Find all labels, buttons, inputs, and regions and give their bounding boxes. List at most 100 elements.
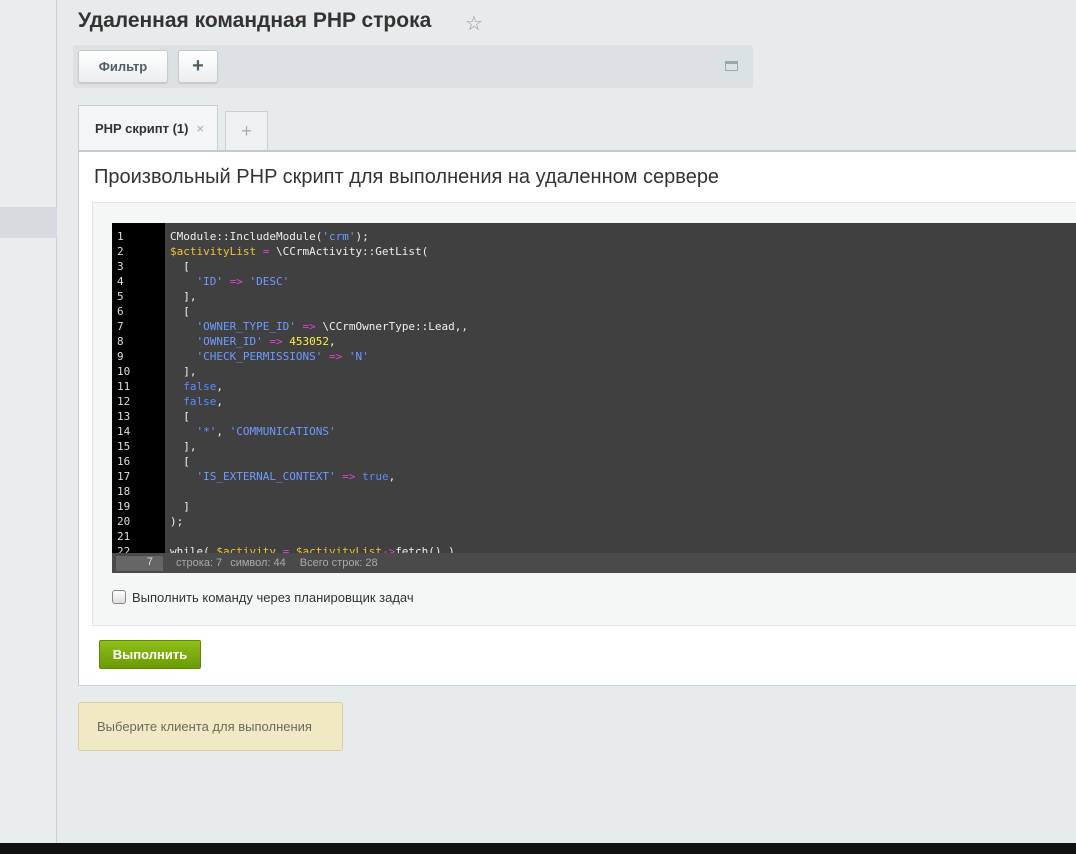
code-token: 'crm' [322,230,356,243]
line-code: ], [165,364,197,379]
code-token: false [170,395,217,408]
code-token: => [295,320,323,333]
code-line[interactable]: 6 [ [112,304,1076,319]
code-token: => [222,275,250,288]
code-line[interactable]: 20); [112,514,1076,529]
code-line[interactable]: 18 [112,484,1076,499]
code-token: 453052 [289,335,329,348]
code-token: \CCrmOwnerType::Lead,, [322,320,469,333]
code-token: \CCrmActivity::GetList( [275,245,429,258]
line-code: [ [165,409,190,424]
code-token: ); [170,515,184,528]
sidebar-active-item[interactable] [0,207,57,238]
add-tab-button[interactable]: + [225,111,268,151]
line-code: false, [165,379,223,394]
add-filter-button[interactable]: + [178,50,218,83]
line-code: [ [165,454,190,469]
page-title: Удаленная командная PHP строка [78,9,432,32]
code-token: , [328,335,336,348]
code-lines[interactable]: 1 CModule::IncludeModule('crm'); 2 $activit… [112,229,1076,559]
line-number: 21 [117,530,131,543]
code-editor[interactable]: 1 CModule::IncludeModule('crm'); 2 $activit… [112,223,1076,573]
code-line[interactable]: 19 ] [112,499,1076,514]
tab-label: PHP скрипт (1) [95,121,189,136]
code-line[interactable]: 8 'OWNER_ID' => 453052, [112,334,1076,349]
line-code: ); [165,514,183,529]
code-token: [ [170,410,190,423]
status-line: строка: 7 [176,557,223,569]
code-line[interactable]: 7 'OWNER_TYPE_ID' => \CCrmOwnerType::Lea… [112,319,1076,334]
line-code: false, [165,394,223,409]
line-code: [ [165,304,190,319]
code-line[interactable]: 14 '*', 'COMMUNICATIONS' [112,424,1076,439]
status-total: Всего строк: 28 [299,557,378,569]
code-token: '*' [170,425,217,438]
line-number: 5 [117,290,124,303]
code-token: ] [170,500,190,513]
code-line[interactable]: 11 false, [112,379,1076,394]
code-token: 'IS_EXTERNAL_CONTEXT' [170,470,336,483]
code-line[interactable]: 12 false, [112,394,1076,409]
line-code: 'OWNER_TYPE_ID' => \CCrmOwnerType::Lead,… [165,319,468,334]
code-token: , [216,425,230,438]
code-line[interactable]: 17 'IS_EXTERNAL_CONTEXT' => true, [112,469,1076,484]
filter-button[interactable]: Фильтр [78,50,168,83]
line-number: 1 [117,230,124,243]
code-line[interactable]: 5 ], [112,289,1076,304]
tab-php-script[interactable]: PHP скрипт (1) × [78,105,218,151]
line-number: 17 [117,470,131,483]
maximize-icon[interactable] [725,61,738,71]
code-token: [ [170,260,190,273]
star-icon[interactable]: ☆ [465,11,483,36]
line-number: 2 [117,245,124,258]
code-token: 'OWNER_ID' [170,335,263,348]
code-token: ], [170,290,197,303]
bottom-bar [0,843,1076,854]
line-number: 20 [117,515,131,528]
line-number: 12 [117,395,131,408]
line-number: 19 [117,500,131,513]
line-number: 6 [117,305,124,318]
line-code: 'IS_EXTERNAL_CONTEXT' => true, [165,469,395,484]
code-line[interactable]: 2 $activityList = \CCrmActivity::GetList( [112,244,1076,259]
code-line[interactable]: 4 'ID' => 'DESC' [112,274,1076,289]
code-token: [ [170,455,190,468]
line-number: 9 [117,350,124,363]
code-line[interactable]: 16 [ [112,454,1076,469]
scheduler-label[interactable]: Выполнить команду через планировщик зада… [132,590,414,605]
line-number: 3 [117,260,124,273]
code-token: , [216,380,223,393]
code-line[interactable]: 3 [ [112,259,1076,274]
code-token: true [362,470,389,483]
line-code: ] [165,499,190,514]
line-number: 13 [117,410,131,423]
code-line[interactable]: 13 [ [112,409,1076,424]
code-token: , [216,395,223,408]
close-icon[interactable]: × [197,121,205,136]
code-line[interactable]: 15 ], [112,439,1076,454]
code-token: 'DESC' [249,275,290,288]
code-line[interactable]: 21 [112,529,1076,544]
line-code: '*', 'COMMUNICATIONS' [165,424,335,439]
code-line[interactable]: 9 'CHECK_PERMISSIONS' => 'N' [112,349,1076,364]
code-token: ], [170,365,197,378]
code-token: $activityList [170,245,257,258]
code-line[interactable]: 1 CModule::IncludeModule('crm'); [112,229,1076,244]
code-token: 'CHECK_PERMISSIONS' [170,350,323,363]
code-token: [ [170,305,190,318]
line-number: 18 [117,485,131,498]
code-token: ); [355,230,369,243]
run-button[interactable]: Выполнить [99,640,201,669]
code-token: => [322,350,349,363]
line-number: 8 [117,335,124,348]
line-number: 10 [117,365,131,378]
goto-line-input[interactable]: 7 [116,555,163,571]
line-code: ], [165,289,197,304]
code-token: => [335,470,363,483]
code-token: 'N' [348,350,369,363]
scheduler-checkbox[interactable] [112,590,126,604]
panel-heading: Произвольный PHP скрипт для выполнения н… [94,166,720,188]
code-line[interactable]: 10 ], [112,364,1076,379]
line-code: 'OWNER_ID' => 453052, [165,334,336,349]
